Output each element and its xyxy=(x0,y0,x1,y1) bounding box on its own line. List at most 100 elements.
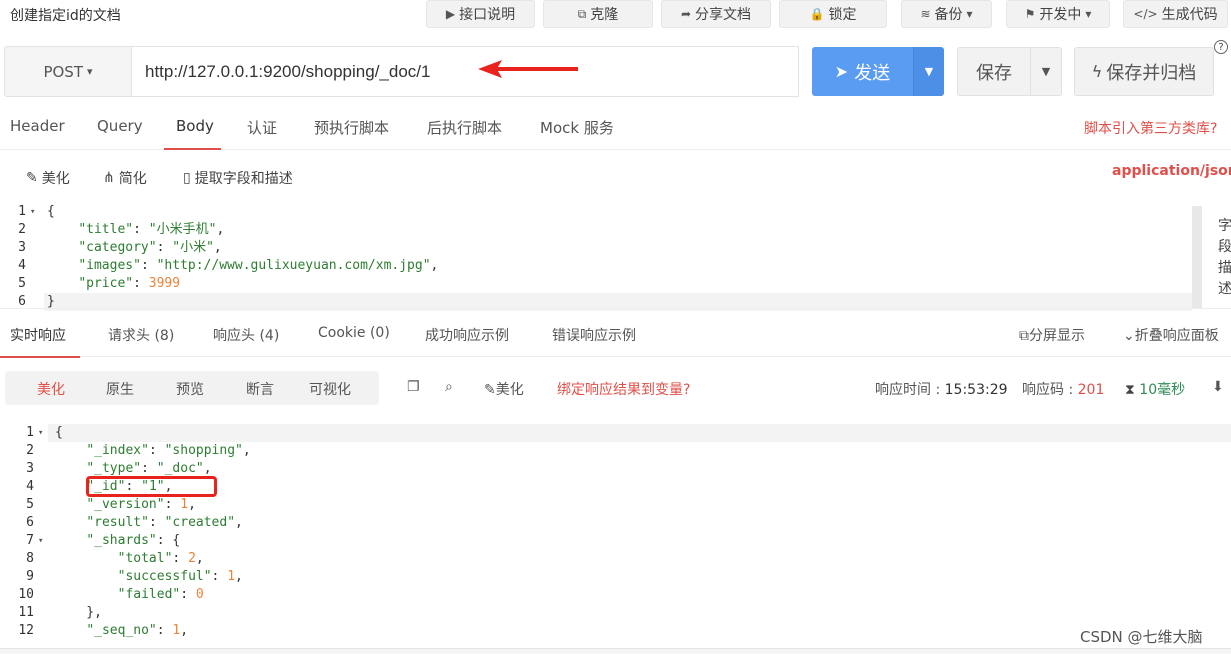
generate-code-label: 生成代码 xyxy=(1161,7,1218,23)
bottom-border xyxy=(0,648,1231,654)
tab-auth[interactable]: 认证 xyxy=(247,117,277,138)
tab-header[interactable]: Header xyxy=(10,117,65,135)
beautify-label: 美化 xyxy=(41,171,70,187)
bolt-icon: ϟ xyxy=(1091,62,1103,81)
lock-label: 锁定 xyxy=(828,7,857,23)
tab-response-headers[interactable]: 响应头 (4) xyxy=(213,325,279,345)
watermark: CSDN @七维大脑 xyxy=(1080,628,1203,646)
active-tab-indicator xyxy=(164,148,221,150)
annotation-box xyxy=(86,476,217,497)
response-duration: ⧗ 10毫秒 xyxy=(1125,382,1186,398)
method-select[interactable]: POST ▾ xyxy=(4,46,132,97)
tab-query[interactable]: Query xyxy=(97,117,143,135)
beautify-response-button[interactable]: ✎美化 xyxy=(484,379,524,399)
request-line-numbers: 1 2 3 4 5 6 xyxy=(18,204,26,309)
save-and-archive-label: 保存并归档 xyxy=(1106,62,1197,84)
fold-arrow-icon[interactable]: ▾ xyxy=(38,424,43,442)
fold-response-button[interactable]: ⌄折叠响应面板 xyxy=(1123,325,1219,345)
dev-status-label: 开发中 xyxy=(1039,7,1082,23)
fold-arrow-icon[interactable]: ▾ xyxy=(38,532,43,550)
tab-body[interactable]: Body xyxy=(176,117,214,135)
view-mode-switch: 美化 原生 预览 断言 可视化 xyxy=(5,371,379,405)
generate-code-button[interactable]: </> 生成代码 xyxy=(1123,0,1228,28)
send-dropdown-button[interactable]: ▼ xyxy=(913,47,944,96)
tab-success-example[interactable]: 成功响应示例 xyxy=(425,325,509,345)
magic-wand-icon: ✎ xyxy=(26,170,38,186)
caret-down-icon: ▼ xyxy=(924,65,934,78)
view-mode-visualize[interactable]: 可视化 xyxy=(309,379,351,399)
copy-icon[interactable]: ❐ xyxy=(407,379,420,395)
active-response-tab-indicator xyxy=(0,356,80,358)
extract-fields-button[interactable]: ▯ 提取字段和描述 xyxy=(183,168,293,188)
send-label: 发送 xyxy=(854,62,891,84)
share-doc-button[interactable]: ➦ 分享文档 xyxy=(661,0,771,28)
extract-fields-label: 提取字段和描述 xyxy=(194,171,293,187)
view-mode-beautify[interactable]: 美化 xyxy=(37,379,65,399)
tab-request-headers[interactable]: 请求头 (8) xyxy=(108,325,174,345)
tab-live-response[interactable]: 实时响应 xyxy=(10,325,66,345)
request-tabs: Header Query Body 认证 预执行脚本 后执行脚本 Mock 服务… xyxy=(0,104,1231,150)
view-mode-assert[interactable]: 断言 xyxy=(246,379,274,399)
caret-down-icon: ▾ xyxy=(87,65,93,78)
clone-label: 克隆 xyxy=(590,7,619,23)
sitemap-icon: ⋔ xyxy=(103,170,115,186)
response-time: 响应时间 : 15:53:29 xyxy=(875,382,1008,398)
url-input[interactable]: http://127.0.0.1:9200/shopping/_doc/1 xyxy=(131,46,799,97)
api-doc-button[interactable]: ▶ 接口说明 xyxy=(426,0,535,28)
dev-status-button[interactable]: ⚑ 开发中 ▾ xyxy=(1006,0,1110,28)
request-body-editor[interactable]: { "title": "小米手机", "category": "小米", "im… xyxy=(47,203,438,311)
bind-response-var-link[interactable]: 绑定响应结果到变量? xyxy=(557,379,690,399)
response-code: 响应码 : 201 xyxy=(1022,382,1105,398)
content-type-label[interactable]: application/json xyxy=(1112,163,1231,179)
simplify-label: 简化 xyxy=(118,171,147,187)
search-icon[interactable]: ⌕ xyxy=(445,379,453,395)
tab-post-script[interactable]: 后执行脚本 xyxy=(427,117,502,138)
method-value: POST xyxy=(43,62,83,81)
save-and-archive-button[interactable]: ϟ 保存并归档 xyxy=(1074,47,1214,96)
double-chevron-down-icon: ⌄ xyxy=(1123,328,1135,344)
help-icon[interactable]: ? xyxy=(1214,40,1228,54)
flag-icon: ⚑ xyxy=(1024,7,1036,21)
clone-icon: ⧉ xyxy=(577,6,587,21)
doc-title: 创建指定id的文档 xyxy=(10,8,121,24)
download-icon[interactable]: ⬇ xyxy=(1212,379,1224,395)
play-icon: ▶ xyxy=(445,7,456,21)
lock-button[interactable]: 🔒 锁定 xyxy=(779,0,887,28)
caret-down-icon: ▾ xyxy=(966,7,973,21)
caret-down-icon: ▼ xyxy=(1041,65,1051,78)
send-button[interactable]: ➤ 发送 xyxy=(812,47,913,96)
simplify-body-button[interactable]: ⋔ 简化 xyxy=(103,168,147,188)
send-icon: ➤ xyxy=(834,62,849,81)
magic-wand-icon: ✎ xyxy=(484,382,496,398)
response-tabs: 实时响应 请求头 (8) 响应头 (4) Cookie (0) 成功响应示例 错… xyxy=(0,308,1231,358)
tab-pre-script[interactable]: 预执行脚本 xyxy=(314,117,389,138)
field-description-panel-toggle[interactable]: 字段描述 xyxy=(1218,216,1231,300)
share-icon: ➦ xyxy=(680,7,692,21)
save-button[interactable]: 保存 xyxy=(957,47,1031,96)
tab-cookie[interactable]: Cookie (0) xyxy=(318,325,390,341)
response-body-viewer[interactable]: { "_index": "shopping", "_type": "_doc",… xyxy=(55,424,251,640)
split-view-button[interactable]: ⧉分屏显示 xyxy=(1019,325,1085,345)
view-mode-preview[interactable]: 预览 xyxy=(176,379,204,399)
lock-icon: 🔒 xyxy=(809,7,825,21)
save-dropdown-button[interactable]: ▼ xyxy=(1031,47,1062,96)
file-icon: ▯ xyxy=(183,170,191,186)
database-icon: ≋ xyxy=(920,7,931,21)
tab-error-example[interactable]: 错误响应示例 xyxy=(552,325,636,345)
code-icon: </> xyxy=(1133,7,1158,21)
beautify-body-button[interactable]: ✎ 美化 xyxy=(26,168,70,188)
tab-mock[interactable]: Mock 服务 xyxy=(540,117,614,138)
third-party-lib-link[interactable]: 脚本引入第三方类库? xyxy=(1084,118,1217,138)
split-view-icon: ⧉ xyxy=(1019,328,1029,344)
fold-arrow-icon[interactable]: ▾ xyxy=(30,203,35,221)
annotation-arrow-icon xyxy=(478,60,578,78)
clone-button[interactable]: ⧉ 克隆 xyxy=(543,0,653,28)
caret-down-icon: ▾ xyxy=(1085,7,1092,21)
view-mode-raw[interactable]: 原生 xyxy=(106,379,134,399)
backup-button[interactable]: ≋ 备份 ▾ xyxy=(901,0,992,28)
api-doc-label: 接口说明 xyxy=(459,7,516,23)
share-doc-label: 分享文档 xyxy=(695,7,752,23)
response-line-numbers: 123 456 789 10 11 12 xyxy=(18,425,34,638)
request-scrollbar[interactable] xyxy=(1192,206,1202,308)
backup-label: 备份 xyxy=(934,7,963,23)
